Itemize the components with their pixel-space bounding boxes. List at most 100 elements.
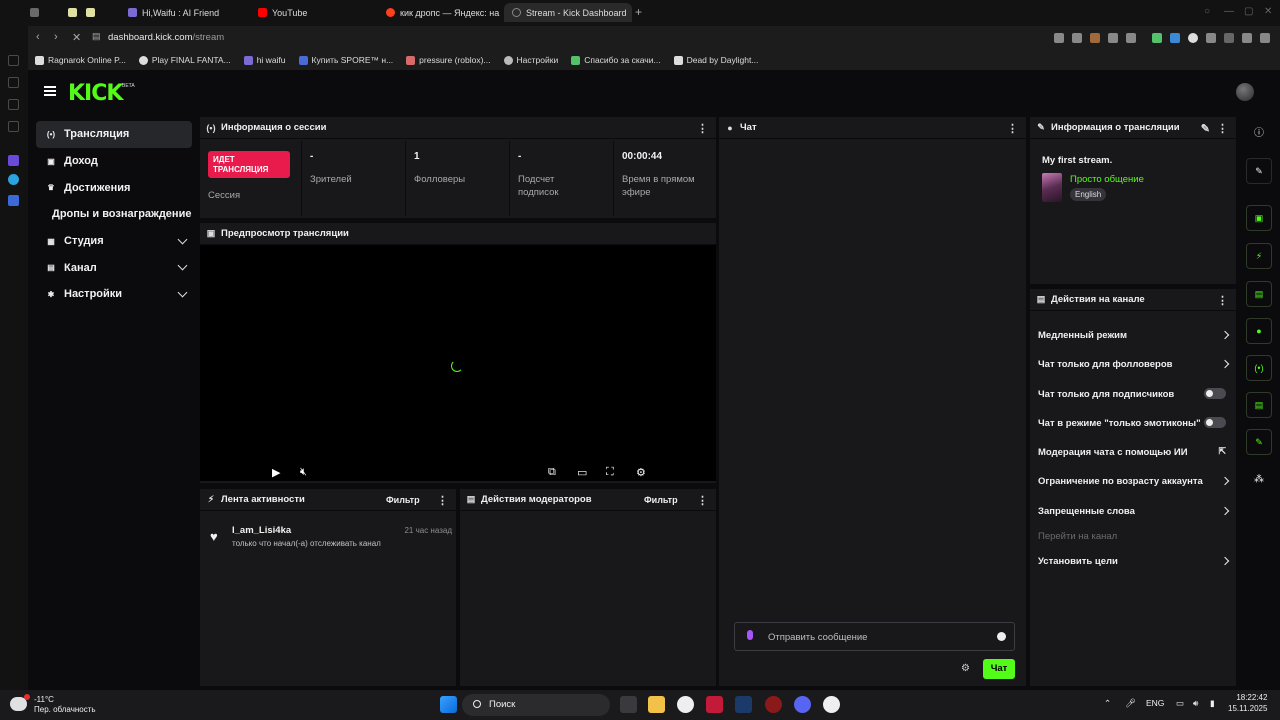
extension-icon[interactable] xyxy=(1170,33,1180,43)
tab-overview[interactable] xyxy=(30,3,44,22)
info-icon[interactable]: ⓘ xyxy=(1246,124,1272,144)
opera-gx-icon[interactable] xyxy=(706,696,723,713)
language-indicator[interactable]: ENG xyxy=(1146,698,1164,708)
filter-button[interactable]: Фильтр xyxy=(644,495,678,505)
stop-loading-icon[interactable]: ✕ xyxy=(72,31,81,44)
more-options-icon[interactable]: ⋮ xyxy=(697,494,708,507)
actions-icon[interactable]: ▤ xyxy=(1246,392,1272,418)
chat-icon[interactable]: ● xyxy=(1246,318,1272,344)
download-icon[interactable] xyxy=(1242,33,1252,43)
search-tabs-icon[interactable]: ○ xyxy=(1204,6,1210,17)
sidebar-app-icon[interactable] xyxy=(8,55,19,66)
broadcast-icon[interactable]: (•) xyxy=(1246,355,1272,381)
channel-action-go-to-channel[interactable]: Перейти на канал xyxy=(1038,526,1226,546)
forward-icon[interactable]: › xyxy=(54,31,58,43)
channel-action-slow-mode[interactable]: Медленный режим xyxy=(1038,325,1230,345)
channel-action-account-age[interactable]: Ограничение по возрасту аккаунта xyxy=(1038,471,1230,491)
steam-icon[interactable] xyxy=(735,696,752,713)
tab-pinned[interactable] xyxy=(86,3,100,22)
chat-settings-icon[interactable]: ⚙ xyxy=(961,663,970,674)
kick-logo[interactable]: KICK xyxy=(68,81,123,106)
gear-icon[interactable]: ⚙ xyxy=(636,466,646,479)
more-options-icon[interactable]: ⋮ xyxy=(437,494,448,507)
back-icon[interactable]: ‹ xyxy=(36,31,40,43)
sidebar-item-studio[interactable]: ▦ Студия xyxy=(36,228,192,255)
sidebar-item-income[interactable]: ▣ Доход xyxy=(36,148,192,175)
windows-start-icon[interactable] xyxy=(440,696,457,713)
edit-icon[interactable]: ✎ xyxy=(1246,158,1272,184)
microphone-icon[interactable]: 🎤︎ xyxy=(1125,698,1136,709)
channel-action-banned-words[interactable]: Запрещенные слова xyxy=(1038,501,1230,521)
hamburger-menu-icon[interactable] xyxy=(44,86,56,96)
focus-icon[interactable]: ▣ xyxy=(1246,205,1272,231)
share-icon[interactable] xyxy=(1108,33,1118,43)
channel-action-set-goals[interactable]: Установить цели xyxy=(1038,551,1230,571)
fullscreen-icon[interactable]: ⛶ xyxy=(606,466,614,479)
bookmark-item[interactable]: Ragnarok Online P... xyxy=(35,55,126,65)
channel-action-followers-only[interactable]: Чат только для фолловеров xyxy=(1038,354,1230,374)
weather-widget[interactable]: -11°C Пер. облачность xyxy=(34,695,96,716)
screenshot-icon[interactable] xyxy=(1072,33,1082,43)
profile-icon[interactable] xyxy=(1224,33,1234,43)
picture-in-picture-icon[interactable]: ⧉ xyxy=(548,466,556,479)
play-icon[interactable]: ▶ xyxy=(272,466,280,479)
volume-icon[interactable]: 🔊︎ xyxy=(1193,698,1198,709)
sidebar-app-icon[interactable] xyxy=(8,77,19,88)
tab-yandex[interactable]: кик дропс — Яндекс: на xyxy=(378,3,502,22)
send-chat-button[interactable]: Чат xyxy=(983,659,1015,679)
stream-category[interactable]: Просто общение xyxy=(1070,174,1144,185)
task-view-icon[interactable] xyxy=(620,696,637,713)
lightning-icon[interactable]: ⚡︎ xyxy=(1246,243,1272,269)
subscribers-only-toggle[interactable] xyxy=(1204,388,1226,399)
wrench-icon[interactable]: ✎ xyxy=(1246,429,1272,455)
extensions-puzzle-icon[interactable] xyxy=(1206,33,1216,43)
obs-icon[interactable] xyxy=(823,696,840,713)
network-icon[interactable]: ▭ xyxy=(1176,698,1184,709)
document-icon[interactable]: ▤ xyxy=(1246,281,1272,307)
sidebar-item-achievements[interactable]: ♛ Достижения xyxy=(36,174,192,201)
channel-action-ai-moderation[interactable]: Модерация чата с помощью ИИ ⇱ xyxy=(1038,442,1226,462)
sidebar-app-icon[interactable] xyxy=(8,155,19,166)
minimize-icon[interactable]: — xyxy=(1224,6,1234,17)
sidebar-app-icon[interactable] xyxy=(8,195,19,206)
sidebar-item-stream[interactable]: (•) Трансляция xyxy=(36,121,192,148)
chevron-up-icon[interactable]: ⌃ xyxy=(1104,698,1111,709)
app-icon[interactable] xyxy=(765,696,782,713)
bookmark-item[interactable]: pressure (roblox)... xyxy=(406,55,491,65)
extension-icon[interactable] xyxy=(1188,33,1198,43)
video-player[interactable]: ▶ 🔇︎ ⧉ ▭ ⛶ ⚙ xyxy=(200,245,716,481)
app-icon[interactable] xyxy=(677,696,694,713)
new-tab-button[interactable]: + xyxy=(635,5,642,19)
menu-icon[interactable] xyxy=(1260,33,1270,43)
bookmark-item[interactable]: Спасибо за скачи... xyxy=(571,55,661,65)
emotes-only-toggle[interactable] xyxy=(1204,417,1226,428)
edit-icon[interactable]: ✎ xyxy=(1201,122,1210,135)
sidebar-app-icon[interactable] xyxy=(8,121,19,132)
microphone-icon[interactable] xyxy=(747,630,753,640)
emoji-icon[interactable] xyxy=(997,632,1006,641)
activity-username[interactable]: I_am_Lisi4ka xyxy=(232,525,291,536)
bookmark-item[interactable]: Настройки xyxy=(503,55,558,65)
more-options-icon[interactable]: ⋮ xyxy=(697,122,708,135)
more-options-icon[interactable]: ⋮ xyxy=(1217,294,1228,307)
tab-youtube[interactable]: YouTube xyxy=(250,3,370,22)
tab-pinned[interactable] xyxy=(68,3,82,22)
url-field[interactable]: dashboard.kick.com/stream xyxy=(108,32,224,43)
taskbar-search[interactable]: Поиск xyxy=(462,694,610,716)
discord-icon[interactable] xyxy=(794,696,811,713)
site-info-icon[interactable]: ▤ xyxy=(92,31,101,42)
heart-icon[interactable] xyxy=(1126,33,1136,43)
maximize-icon[interactable]: ▢ xyxy=(1244,6,1253,17)
more-options-icon[interactable]: ⋮ xyxy=(1007,122,1018,135)
sidebar-item-channel[interactable]: ▤ Канал xyxy=(36,254,192,281)
sidebar-item-drops[interactable]: Дропы и вознаграждение xyxy=(36,201,192,228)
more-options-icon[interactable]: ⋮ xyxy=(1217,122,1228,135)
mute-icon[interactable]: 🔇︎ xyxy=(300,466,307,479)
tab-kick-dashboard[interactable]: Stream - Kick Dashboard xyxy=(504,3,632,22)
clock[interactable]: 18:22:42 15.11.2025 xyxy=(1228,693,1267,715)
bookmark-item[interactable]: Play FINAL FANTA... xyxy=(138,55,231,65)
telegram-icon[interactable] xyxy=(8,174,19,185)
widgets-icon[interactable]: ⁂ xyxy=(1246,470,1272,490)
theater-mode-icon[interactable]: ▭ xyxy=(577,466,587,479)
sidebar-item-settings[interactable]: ✱ Настройки xyxy=(36,281,192,308)
